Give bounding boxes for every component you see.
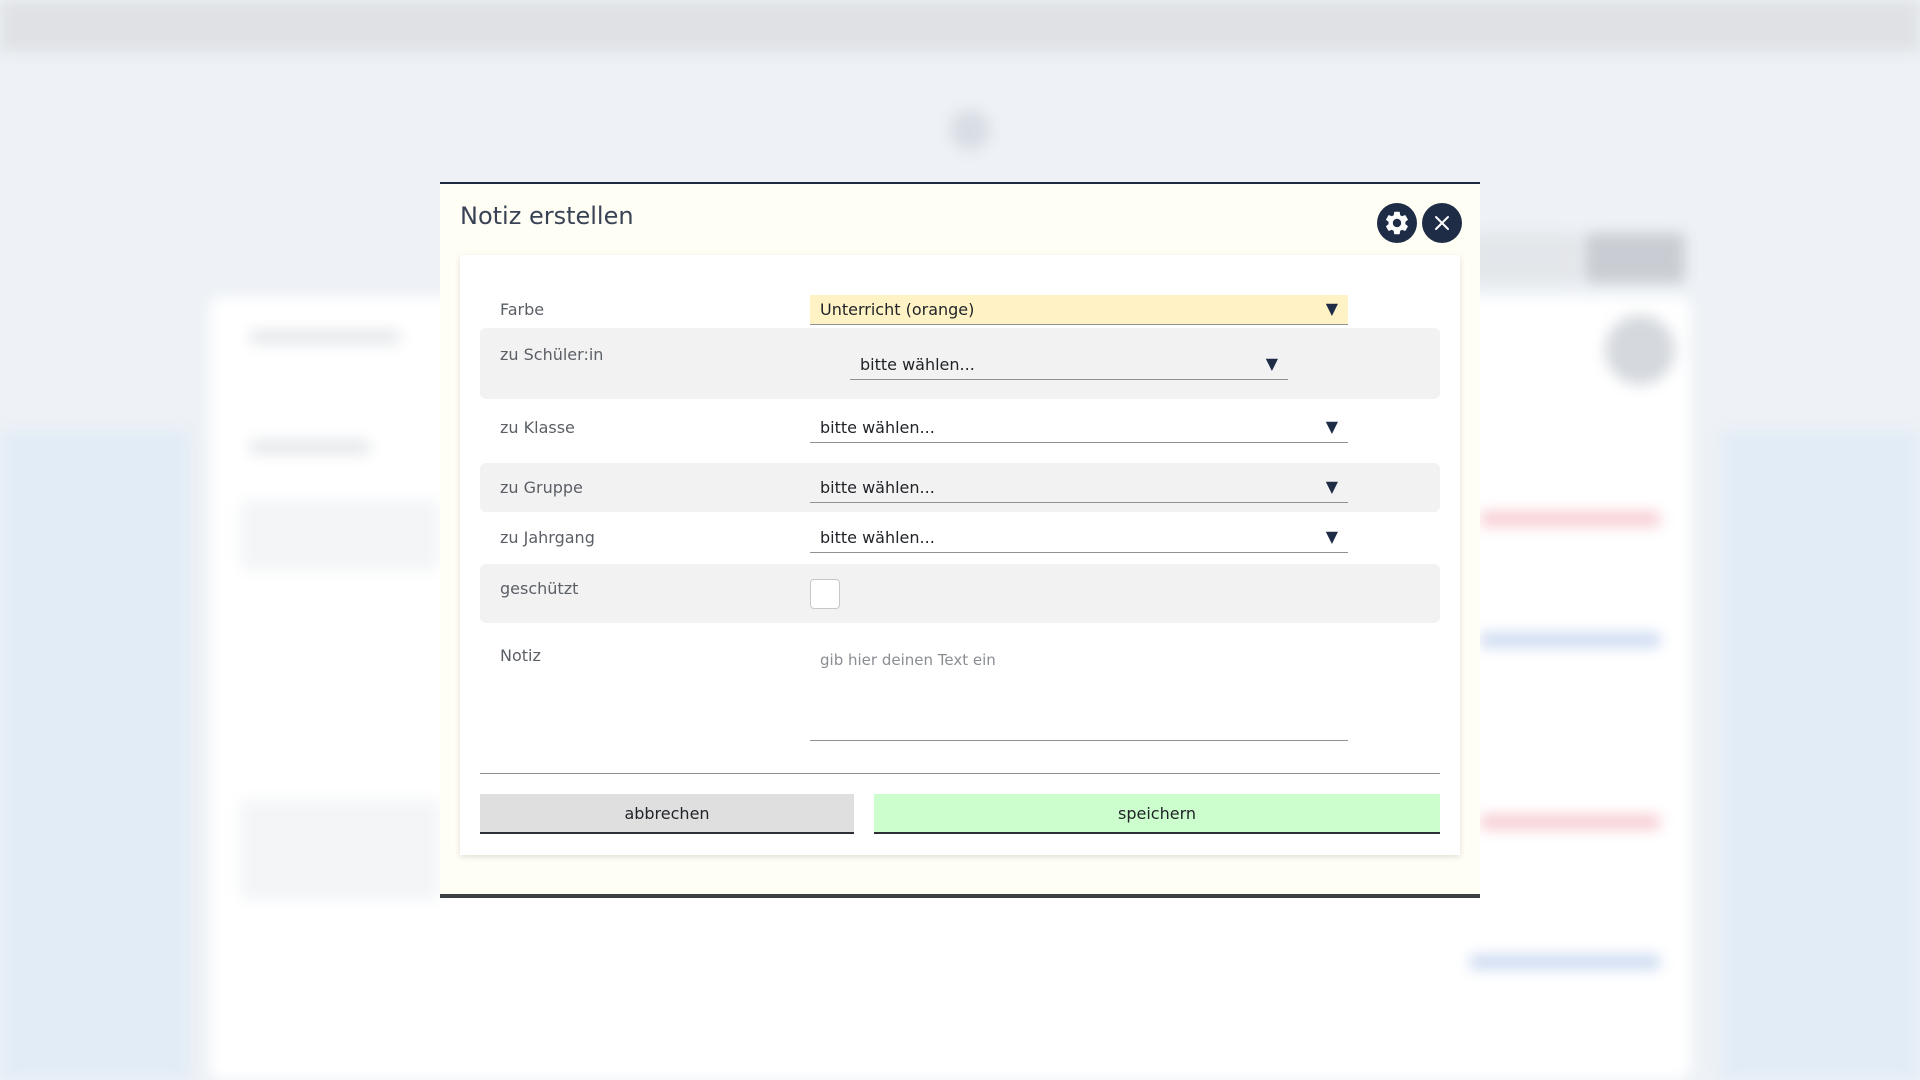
background-sidebar-left	[0, 430, 190, 1080]
background-logo	[950, 110, 990, 150]
form-row-schueler: zu Schüler:in bitte wählen... ▼	[480, 328, 1440, 399]
gear-icon	[1386, 211, 1408, 235]
gruppe-select[interactable]: bitte wählen... ▼	[810, 473, 1348, 503]
dropdown-arrow-icon: ▼	[1325, 477, 1338, 496]
save-button[interactable]: speichern	[874, 794, 1440, 834]
dropdown-arrow-icon: ▼	[1325, 417, 1338, 436]
background-button	[1585, 233, 1685, 283]
geschuetzt-label: geschützt	[500, 579, 579, 598]
background-panel	[240, 800, 440, 900]
form-row-gruppe: zu Gruppe bitte wählen... ▼	[480, 463, 1440, 512]
background-line	[1480, 512, 1660, 526]
jahrgang-select[interactable]: bitte wählen... ▼	[810, 523, 1348, 553]
schueler-select-value: bitte wählen...	[860, 355, 975, 374]
farbe-select-value: Unterricht (orange)	[820, 300, 975, 319]
background-line	[1480, 633, 1660, 647]
gruppe-select-value: bitte wählen...	[820, 478, 935, 497]
background-panel	[240, 500, 440, 570]
schueler-label: zu Schüler:in	[500, 345, 604, 364]
note-form: Farbe Unterricht (orange) ▼ zu Schüler:i…	[460, 255, 1460, 855]
klasse-label: zu Klasse	[500, 418, 575, 437]
close-button[interactable]	[1422, 203, 1462, 243]
farbe-select[interactable]: Unterricht (orange) ▼	[810, 295, 1348, 325]
form-divider	[480, 773, 1440, 774]
farbe-label: Farbe	[500, 300, 545, 319]
background-line	[1480, 815, 1660, 829]
form-row-notiz: Notiz	[480, 631, 1440, 753]
background-sidebar-right	[1720, 430, 1920, 1080]
dropdown-arrow-icon: ▼	[1325, 527, 1338, 546]
background-topbar	[0, 0, 1920, 52]
geschuetzt-checkbox[interactable]	[810, 579, 840, 609]
jahrgang-select-value: bitte wählen...	[820, 528, 935, 547]
dialog-title: Notiz erstellen	[460, 202, 634, 230]
settings-button[interactable]	[1377, 203, 1417, 243]
dropdown-arrow-icon: ▼	[1325, 299, 1338, 318]
jahrgang-label: zu Jahrgang	[500, 528, 595, 547]
form-row-jahrgang: zu Jahrgang bitte wählen... ▼	[480, 523, 1440, 553]
background-line	[250, 440, 370, 454]
background-line	[250, 330, 400, 344]
background-button	[1470, 233, 1580, 283]
background-avatar	[1605, 315, 1675, 385]
form-row-geschuetzt: geschützt	[480, 564, 1440, 623]
form-row-farbe: Farbe Unterricht (orange) ▼	[480, 295, 1440, 325]
cancel-button[interactable]: abbrechen	[480, 794, 854, 834]
notiz-textarea[interactable]	[810, 641, 1348, 741]
notiz-label: Notiz	[500, 646, 541, 665]
klasse-select-value: bitte wählen...	[820, 418, 935, 437]
schueler-select[interactable]: bitte wählen... ▼	[850, 350, 1288, 380]
create-note-dialog: Notiz erstellen Farbe Unterricht (orange…	[440, 182, 1480, 898]
klasse-select[interactable]: bitte wählen... ▼	[810, 413, 1348, 443]
form-row-klasse: zu Klasse bitte wählen... ▼	[480, 413, 1440, 443]
dropdown-arrow-icon: ▼	[1265, 354, 1278, 373]
close-icon	[1435, 216, 1449, 230]
gruppe-label: zu Gruppe	[500, 478, 583, 497]
background-line	[1470, 955, 1660, 969]
